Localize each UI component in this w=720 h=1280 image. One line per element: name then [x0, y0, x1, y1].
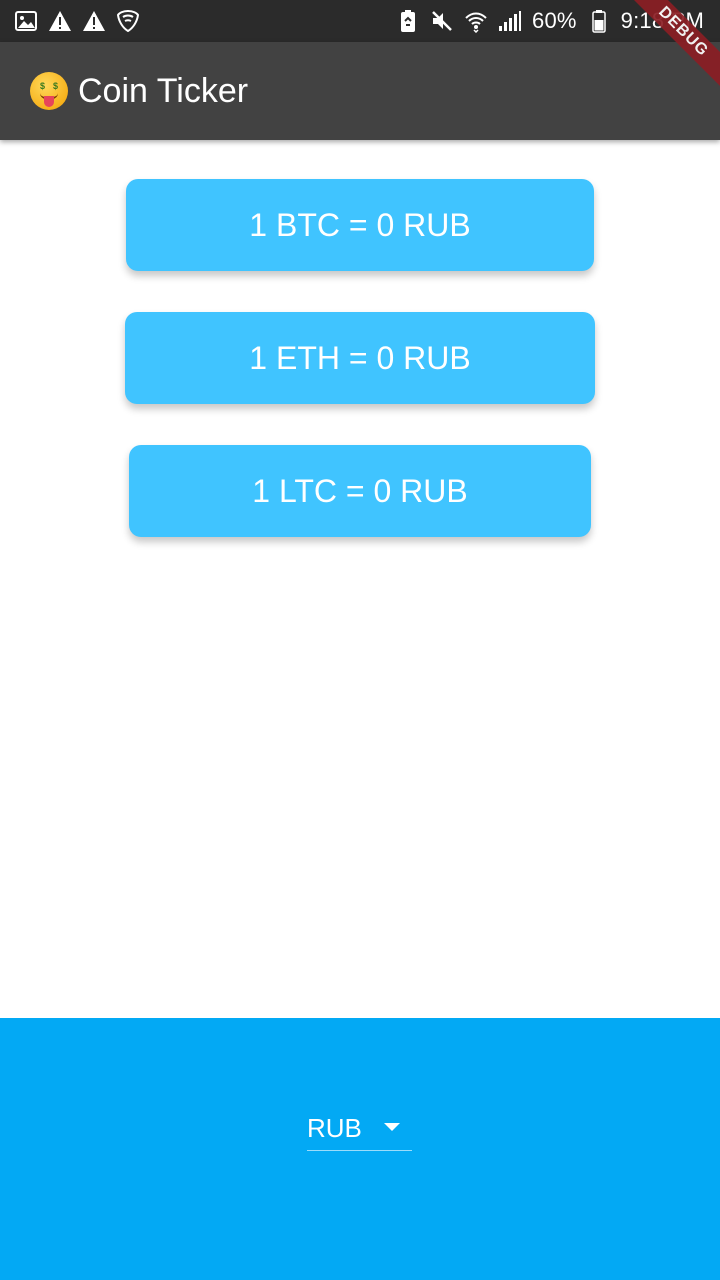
rate-card-btc: 1 BTC = 0 RUB: [126, 179, 594, 271]
image-icon: [14, 9, 38, 33]
warning-icon: [82, 9, 106, 33]
signal-icon: [498, 9, 522, 33]
status-bar: 60% 9:18 PM: [0, 0, 720, 42]
shield-icon: [116, 9, 140, 33]
battery-saver-icon: [396, 9, 420, 33]
battery-icon: [587, 9, 611, 33]
currency-picker-area: RUB: [0, 1018, 720, 1280]
currency-dropdown-value[interactable]: RUB: [307, 1113, 362, 1144]
rate-label: 1 ETH = 0 RUB: [249, 339, 471, 376]
app-bar: $ $ Coin Ticker: [0, 42, 720, 140]
currency-dropdown[interactable]: RUB: [307, 1106, 412, 1151]
app-title: Coin Ticker: [78, 71, 249, 110]
rate-card-ltc: 1 LTC = 0 RUB: [129, 445, 591, 537]
money-mouth-face-icon: $ $: [30, 72, 68, 110]
status-left-icons: [14, 9, 140, 33]
warning-icon: [48, 9, 72, 33]
wifi-icon: [464, 9, 488, 33]
rate-card-eth: 1 ETH = 0 RUB: [125, 312, 595, 404]
battery-percentage: 60%: [532, 8, 577, 33]
rate-label: 1 BTC = 0 RUB: [249, 206, 471, 243]
dropdown-arrow-icon[interactable]: [384, 1123, 400, 1131]
rate-label: 1 LTC = 0 RUB: [252, 472, 468, 509]
mute-icon: [430, 9, 454, 33]
